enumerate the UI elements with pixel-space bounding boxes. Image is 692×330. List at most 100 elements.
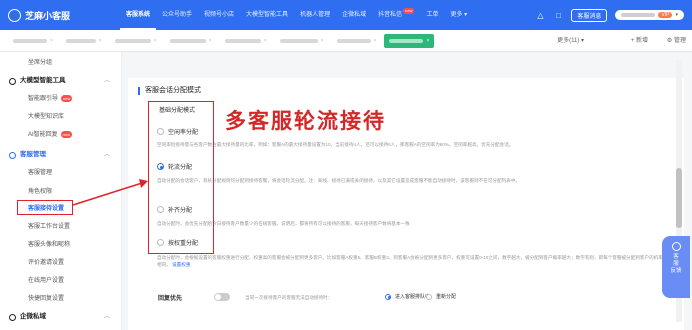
radio-dot[interactable]	[426, 293, 432, 300]
brand-name: 芝麻小客服	[25, 10, 71, 21]
priority-toggle[interactable]	[214, 293, 230, 301]
help-icon[interactable]: □	[553, 10, 563, 20]
sidebar-group-wecom[interactable]: 企微私域 ︿	[0, 308, 122, 326]
toggle-desc: 当同一次接待客户的客服无法自动接待时：	[245, 295, 333, 300]
sidebar-item-smart-guide[interactable]: 智能跟引导 new	[0, 90, 122, 108]
options-highlight-box	[148, 101, 214, 254]
sidebar-item-workbench[interactable]: 客服工作台设置	[0, 218, 122, 236]
radio-queue[interactable]: 进入客服排队中	[385, 293, 430, 300]
radio-idle-rate-desc: 空闲率指接待量与各客户数占最大接待量的比率，例如：客服A的最大接待量设置为10，…	[157, 142, 514, 147]
close-icon[interactable]: ×	[154, 38, 157, 44]
headset-icon	[671, 242, 681, 251]
user-menu[interactable]: VIP ▾	[615, 10, 684, 20]
tab-item[interactable]: ×	[8, 34, 58, 48]
radio-reassign[interactable]: 重新分配	[426, 293, 456, 300]
tab-label-blurred	[336, 38, 371, 43]
user-id-blurred	[621, 13, 656, 17]
top-right-tools: △ □ 客服消息 VIP ▾	[535, 0, 684, 30]
tab-label-blurred	[13, 38, 47, 43]
radio-round-robin-desc: 自动分配的会话客户，系统分配规则均分配到接待客服，将会话轮流分配。注：离线、接待…	[157, 178, 520, 183]
topnav-more-label: 更多	[450, 12, 463, 18]
chevron-up-icon: ︿	[103, 78, 110, 84]
topnav-item-video-shop[interactable]: 视频号小店	[198, 0, 240, 30]
close-icon[interactable]: ×	[321, 38, 324, 44]
sidebar-item-label: AI智能回复	[28, 132, 58, 138]
sidebar-item-avatar-nickname[interactable]: 客服头像和昵称	[0, 236, 122, 254]
tab-item[interactable]: ×	[332, 34, 382, 48]
service-icon	[9, 151, 16, 159]
topnav-item-douyin[interactable]: 抖音私信new	[372, 0, 420, 30]
topnav-item-wecom[interactable]: 企微私域	[336, 0, 372, 30]
sidebar-group-service-label: 客服管理	[20, 151, 46, 158]
sidebar-item-agents[interactable]: 客服管理	[0, 164, 122, 182]
close-icon[interactable]: ×	[99, 38, 102, 44]
topnav-item-llm-tools[interactable]: 大模型智能工具	[240, 0, 294, 30]
radio-dot-checked[interactable]	[385, 293, 391, 300]
sidebar-group-wecom-label: 企微私域	[20, 313, 46, 320]
ai-tools-icon	[9, 77, 16, 85]
tab-more-dropdown[interactable]: 更多(11) ▾	[557, 34, 584, 48]
tab-item-active[interactable]: ×	[384, 33, 435, 48]
overlay-caption: 多客服轮流接待	[225, 108, 386, 133]
float-service-line1: 客	[673, 254, 679, 260]
sidebar-group-ai-label: 大模型智能工具	[20, 77, 66, 84]
tab-label-blurred	[65, 38, 96, 43]
wecom-icon	[9, 313, 16, 321]
topnav-item-robot-management[interactable]: 机器人管理	[294, 0, 336, 30]
close-icon[interactable]: ×	[50, 38, 53, 44]
float-service-line2: 服	[673, 261, 679, 267]
close-icon[interactable]: ×	[209, 38, 212, 44]
sidebar-item-seat-group[interactable]: 坐席分组	[0, 54, 122, 72]
brand-logo-icon	[8, 8, 21, 22]
sidebar-item-roles[interactable]: 角色权限	[0, 183, 122, 201]
sidebar-item-knowledge-base[interactable]: 大模型知识库	[0, 108, 122, 126]
sidebar-item-rating-invite[interactable]: 评价邀请设置	[0, 254, 122, 272]
sidebar-item-label: 智能跟引导	[28, 96, 59, 102]
sidebar: 坐席分组 大模型智能工具 ︿ 智能跟引导 new 大模型知识库 AI智能回复 new…	[0, 52, 122, 330]
tab-settings-button[interactable]: ⚙ 管理	[667, 34, 686, 48]
chevron-up-icon: ︿	[103, 314, 110, 320]
sidebar-item-online-users[interactable]: 在线用户设置	[0, 272, 122, 290]
sidebar-item-ai-reply[interactable]: AI智能回复 new	[0, 126, 122, 144]
floating-service-button[interactable]: 客 服 反馈	[662, 236, 690, 298]
vip-badge: VIP	[658, 12, 673, 18]
tab-item[interactable]: ×	[165, 34, 217, 48]
topnav-item-ticket[interactable]: 工单	[420, 0, 444, 30]
tab-item[interactable]: ×	[110, 34, 162, 48]
tab-label-blurred	[279, 38, 318, 43]
toggle-row-label: 回复优先	[158, 296, 183, 302]
radio-label: 重新分配	[436, 294, 457, 300]
set-weight-link[interactable]: 设置权重	[172, 262, 190, 267]
top-nav: 客服系统 公众号助手 视频号小店 大模型智能工具 机器人管理 企微私域 抖音私信…	[120, 0, 473, 30]
tab-label-blurred	[169, 38, 206, 43]
tab-item[interactable]: ×	[61, 34, 107, 48]
close-icon[interactable]: ×	[374, 38, 377, 44]
close-icon[interactable]: ×	[264, 38, 267, 44]
tab-item[interactable]: ×	[275, 34, 329, 48]
topnav-item-more[interactable]: 更多 ▾	[444, 0, 473, 30]
new-badge: new	[403, 8, 415, 14]
gear-icon: ⚙	[666, 38, 673, 44]
notification-icon[interactable]: △	[535, 10, 545, 20]
sidebar-group-service[interactable]: 客服管理 ︿	[0, 146, 122, 164]
tab-label-blurred	[114, 38, 151, 43]
radio-label: 进入客服排队中	[395, 294, 431, 300]
customer-message-button[interactable]: 客服消息	[571, 8, 608, 22]
radio-weighted-desc: 自动分配时，会根据设置的客服权重进行分配，权重高的客服会被分配到更多客户。比如客…	[157, 254, 665, 268]
new-badge: new	[60, 130, 73, 138]
sidebar-item-quick-reply[interactable]: 快捷回复设置	[0, 290, 122, 308]
top-bar: 芝麻小客服 客服系统 公众号助手 视频号小店 大模型智能工具 机器人管理 企微私…	[0, 0, 692, 30]
tab-label-blurred	[224, 38, 261, 43]
brand[interactable]: 芝麻小客服	[0, 8, 120, 22]
tab-label-blurred	[389, 38, 424, 43]
tab-settings-label: 管理	[673, 38, 686, 44]
close-icon[interactable]: ×	[426, 38, 429, 44]
chevron-up-icon: ︿	[103, 152, 110, 158]
topnav-item-service-system[interactable]: 客服系统	[120, 0, 157, 30]
tab-add-button[interactable]: + 新增	[631, 34, 648, 48]
radio-fill-up-desc: 自动分配时，会优先分配给今日接待客户数量少的在线客服。说明后，都将所有可以接待的…	[157, 221, 410, 226]
scrollbar-thumb[interactable]	[676, 168, 682, 228]
topnav-item-official-account[interactable]: 公众号助手	[156, 0, 198, 30]
tab-item[interactable]: ×	[220, 34, 272, 48]
sidebar-group-ai[interactable]: 大模型智能工具 ︿	[0, 72, 122, 90]
